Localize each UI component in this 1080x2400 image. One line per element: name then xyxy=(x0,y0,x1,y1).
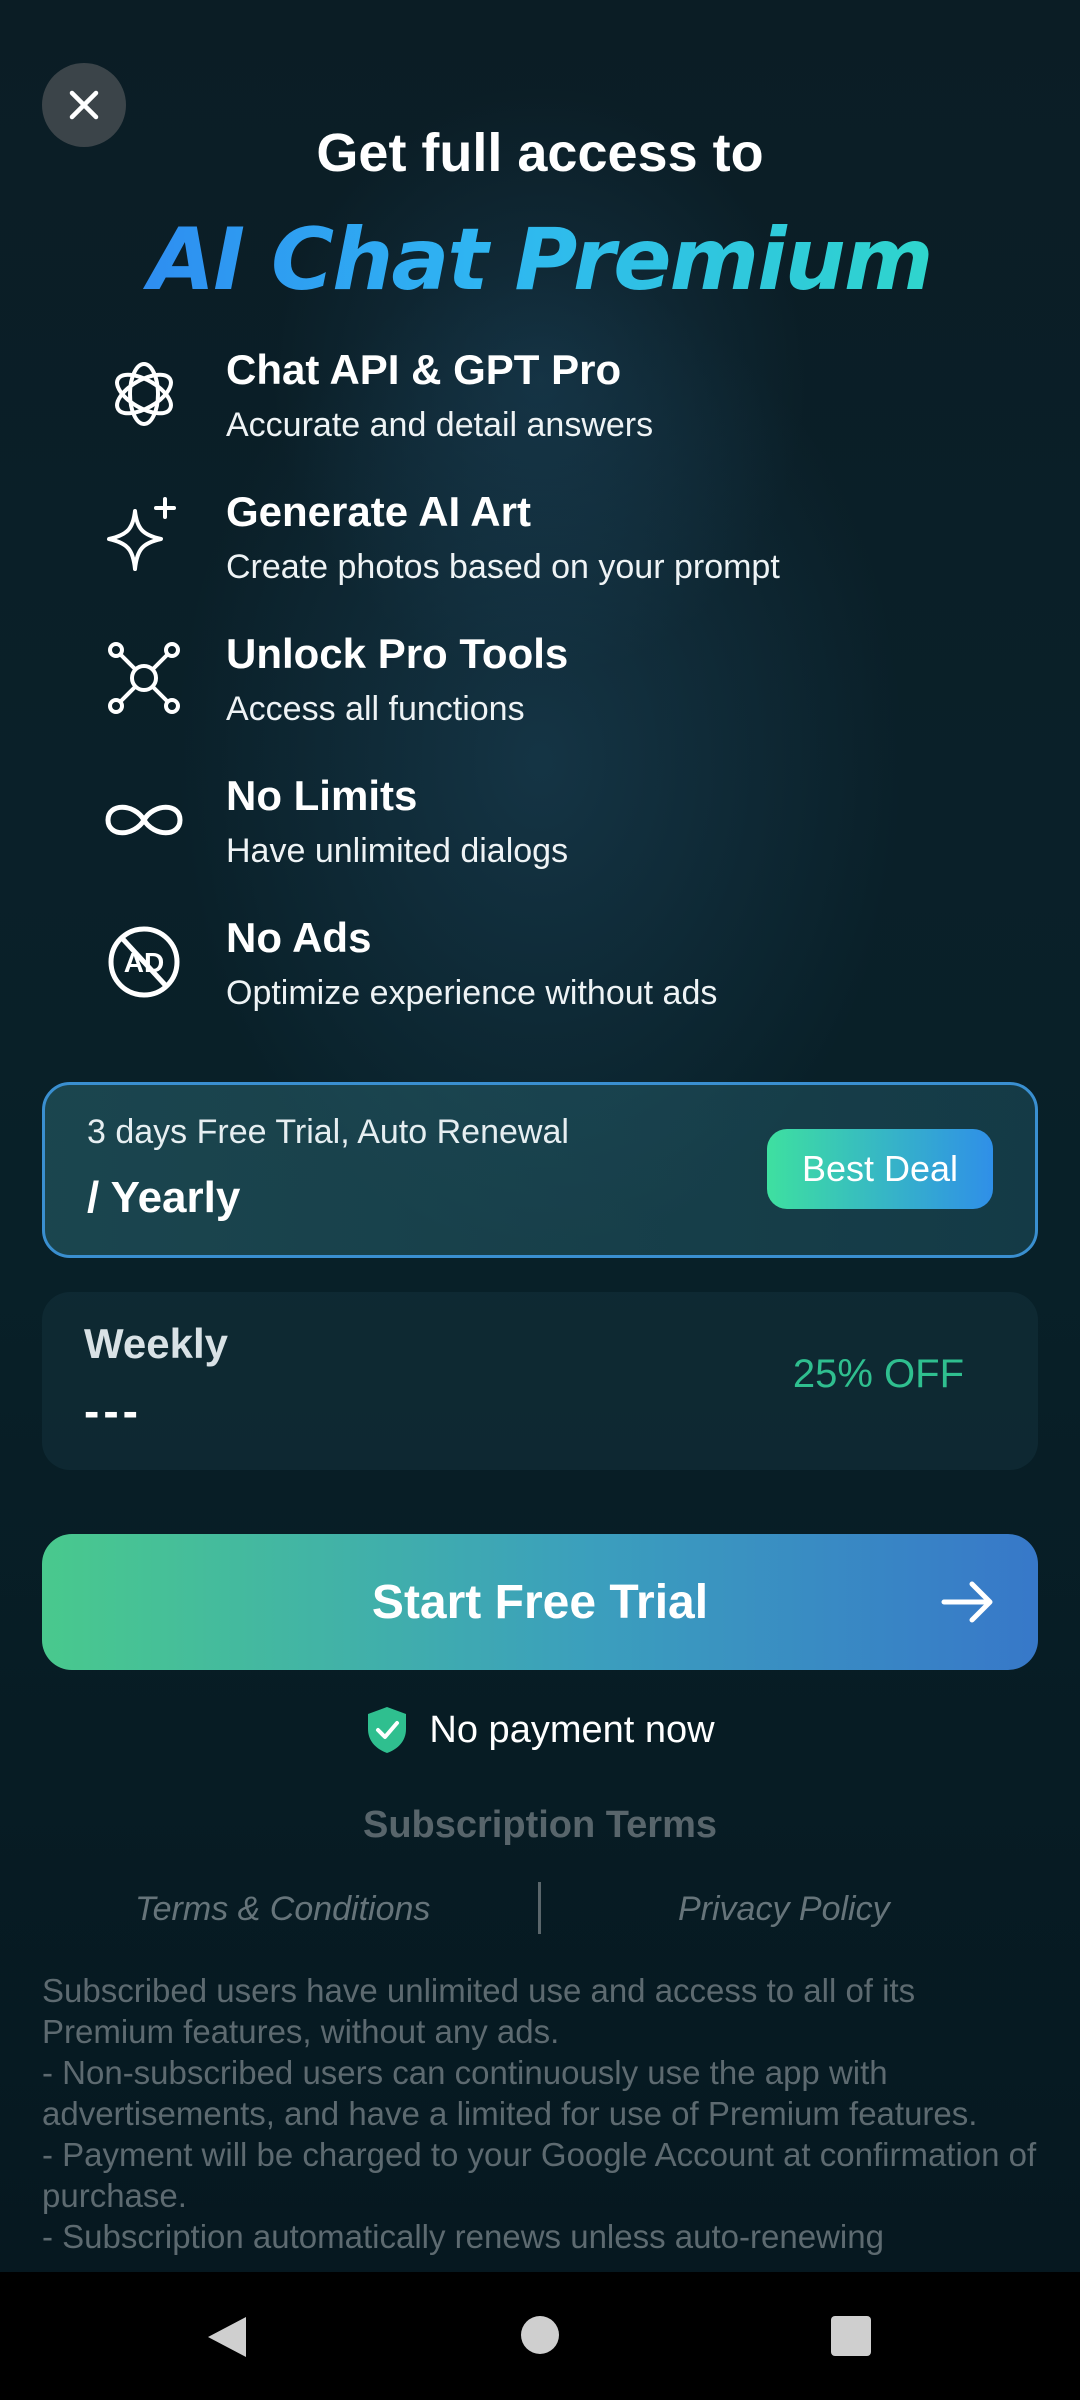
close-icon xyxy=(69,90,99,120)
start-free-trial-button[interactable]: Start Free Trial xyxy=(42,1534,1038,1670)
cta-label: Start Free Trial xyxy=(371,1575,709,1629)
feature-desc: Have unlimited dialogs xyxy=(226,832,569,870)
no-ads-icon: AD xyxy=(100,918,188,1006)
feature-title: Unlock Pro Tools xyxy=(226,630,569,677)
plan-yearly[interactable]: 3 days Free Trial, Auto Renewal / Yearly… xyxy=(42,1082,1038,1258)
infinity-icon xyxy=(100,776,188,864)
feature-desc: Create photos based on your prompt xyxy=(226,548,780,586)
svg-text:AD: AD xyxy=(124,947,164,978)
plan-yearly-subtitle: 3 days Free Trial, Auto Renewal xyxy=(87,1113,569,1151)
nav-home-icon[interactable] xyxy=(521,2316,559,2354)
feature-title: Generate AI Art xyxy=(226,488,531,535)
openai-icon xyxy=(100,350,188,438)
feature-desc: Optimize experience without ads xyxy=(226,974,718,1012)
feature-item: AD No Ads Optimize experience without ad… xyxy=(0,908,1080,1038)
feature-title: No Ads xyxy=(226,914,372,961)
shield-check-icon xyxy=(368,1707,407,1753)
nav-recents-icon[interactable] xyxy=(831,2316,871,2356)
plan-weekly[interactable]: Weekly --- 25% OFF xyxy=(42,1292,1038,1470)
plan-weekly-price: --- xyxy=(84,1385,142,1437)
feature-item: Unlock Pro Tools Access all functions xyxy=(0,624,1080,754)
brand-title: AI Chat Premium xyxy=(0,210,1080,310)
feature-item: Generate AI Art Create photos based on y… xyxy=(0,482,1080,612)
feature-title: Chat API & GPT Pro xyxy=(226,346,622,393)
no-payment-note: No payment now xyxy=(0,1700,1080,1760)
subscription-terms-body: Subscribed users have unlimited use and … xyxy=(42,1972,1037,2255)
page-title: Get full access to xyxy=(316,123,764,183)
privacy-policy-link[interactable]: Privacy Policy xyxy=(678,1890,890,1929)
terms-conditions-link[interactable]: Terms & Conditions xyxy=(135,1890,430,1929)
feature-desc: Access all functions xyxy=(226,690,525,728)
links-divider xyxy=(538,1882,541,1934)
plan-yearly-name: / Yearly xyxy=(87,1173,241,1222)
subscription-terms-title: Subscription Terms xyxy=(362,1804,718,1846)
arrow-right-icon xyxy=(941,1581,993,1623)
no-payment-text: No payment now xyxy=(429,1708,715,1751)
discount-label: 25% OFF xyxy=(792,1352,964,1396)
best-deal-badge: Best Deal xyxy=(767,1129,993,1209)
feature-item: Chat API & GPT Pro Accurate and detail a… xyxy=(0,340,1080,470)
nav-back-icon[interactable] xyxy=(206,2315,248,2359)
network-tools-icon xyxy=(100,634,188,722)
legal-links: Terms & Conditions Privacy Policy xyxy=(0,1882,1080,1942)
feature-title: No Limits xyxy=(226,772,418,819)
sparkle-icon xyxy=(100,492,188,580)
plan-weekly-name: Weekly xyxy=(84,1320,228,1367)
feature-item: No Limits Have unlimited dialogs xyxy=(0,766,1080,896)
feature-desc: Accurate and detail answers xyxy=(226,406,654,444)
